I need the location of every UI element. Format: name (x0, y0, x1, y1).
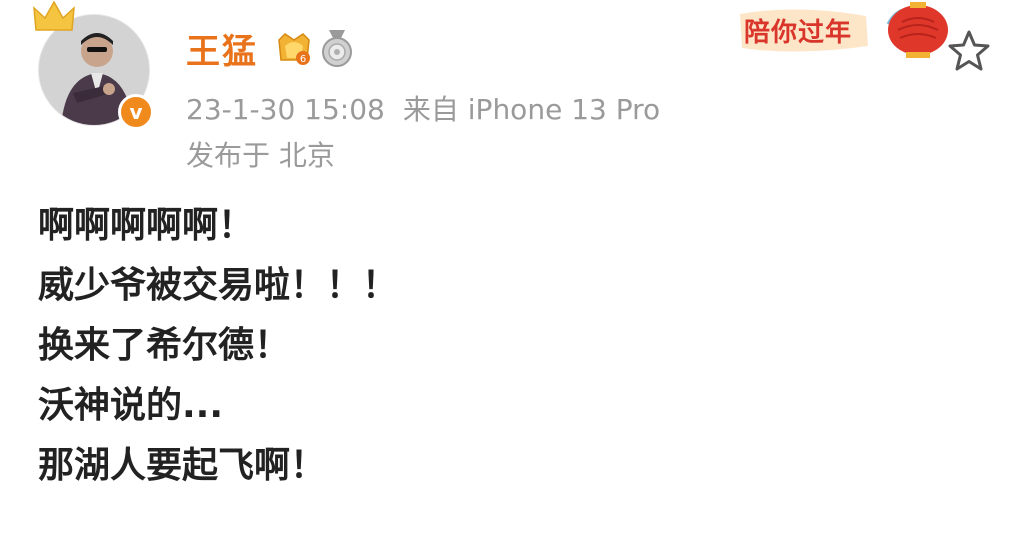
gold-level-badge-icon[interactable]: 6 (275, 30, 313, 68)
avatar-container[interactable]: v (33, 0, 154, 130)
svg-text:6: 6 (300, 54, 306, 65)
newyear-label: 陪你过年 (744, 18, 853, 48)
crown-icon (33, 0, 75, 31)
post-source: 来自 iPhone 13 Pro (402, 93, 661, 126)
star-icon[interactable] (946, 28, 992, 74)
username[interactable]: 王猛 (186, 24, 258, 73)
newyear-decoration: 陪你过年 (738, 0, 960, 62)
post-text-line: 啊啊啊啊啊！ (38, 205, 255, 246)
post-text-line: 威少爷被交易啦！！！ (38, 265, 399, 306)
post-meta: 23-1-30 15:08 来自 iPhone 13 Pro (186, 88, 660, 128)
post-body: 啊啊啊啊啊！ 威少爷被交易啦！！！ 换来了希尔德！ 沃神说的... 那湖人要起飞… (38, 196, 398, 496)
post-text-line: 沃神说的... (38, 385, 224, 426)
post-timestamp[interactable]: 23-1-30 15:08 (186, 93, 385, 126)
silver-medal-icon[interactable] (320, 28, 354, 68)
post-location: 发布于 北京 (186, 139, 335, 172)
post-text-line: 换来了希尔德！ (38, 325, 291, 366)
post-text-line: 那湖人要起飞啊！ (38, 445, 327, 486)
verified-badge-icon: v (118, 94, 154, 130)
